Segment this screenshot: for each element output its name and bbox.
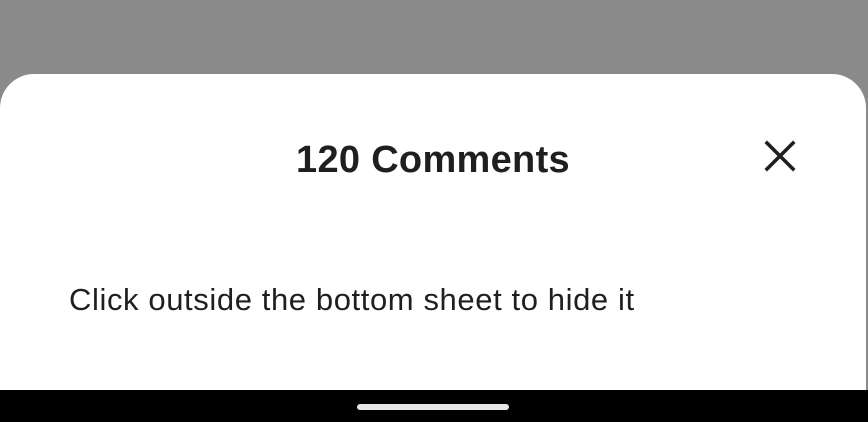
close-icon xyxy=(764,139,796,177)
sheet-title: 120 Comments xyxy=(296,139,570,181)
system-navigation-bar xyxy=(0,390,868,422)
sheet-body-text: Click outside the bottom sheet to hide i… xyxy=(69,282,635,317)
screen: 120 Comments Click outside the bottom sh… xyxy=(0,0,868,422)
close-button[interactable] xyxy=(754,132,806,184)
sheet-header: 120 Comments xyxy=(0,74,866,246)
home-indicator[interactable] xyxy=(357,404,509,410)
bottom-sheet: 120 Comments Click outside the bottom sh… xyxy=(0,74,866,390)
